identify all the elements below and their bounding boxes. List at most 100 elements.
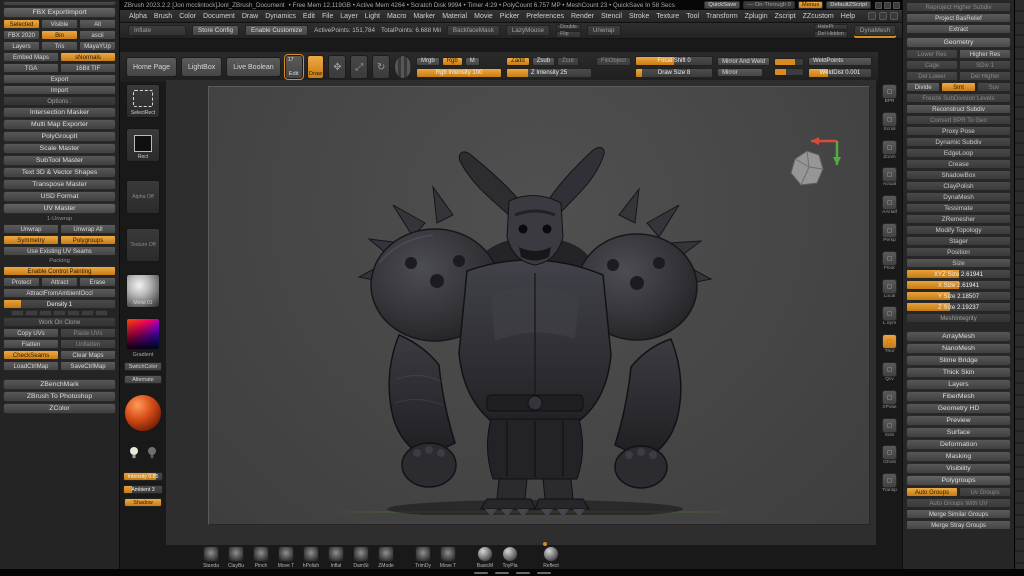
zplugin-section-text-3d-vector-shapes[interactable]: Text 3D & Vector Shapes (3, 167, 116, 178)
enable-customize-button[interactable]: Enable Customize (245, 25, 308, 36)
titlebar-button-defaultzscript[interactable]: DefaultZScript (826, 1, 871, 9)
doc-layout-icon[interactable] (879, 12, 887, 20)
menu-dynamics[interactable]: Dynamics (262, 12, 299, 21)
zplugin-button-attractfromambientoccl[interactable]: AttractFromAmbientOccl (3, 288, 116, 298)
edit-button[interactable]: 17 Edit (285, 55, 303, 79)
zplugin-button-checkseams[interactable]: CheckSeams (3, 350, 59, 360)
tool-button-lower-res[interactable]: Lower Res (906, 49, 958, 59)
tool-button-del-lower[interactable]: Del Lower (906, 71, 958, 81)
bottom-damst-brush[interactable]: DamSt (350, 546, 372, 569)
tool-section-masking[interactable]: Masking (906, 451, 1011, 462)
rgb-intensity-slider[interactable]: Rgb Intensity 100 (416, 68, 502, 78)
sculpted-demon-model[interactable] (349, 143, 721, 515)
zcut-button[interactable]: Zcut (557, 57, 579, 66)
bottom-zmode-brush[interactable]: ZMode (375, 546, 397, 569)
tool-button-reconstruct-subdiv[interactable]: Reconstruct Subdiv (906, 104, 1011, 114)
draw-button[interactable]: Draw (307, 55, 325, 79)
zplugin-section-zbrush-to-photoshop[interactable]: ZBrush To Photoshop (3, 391, 116, 402)
zplugin-button-options[interactable]: Options : (3, 96, 116, 106)
right-shelf-thor[interactable]: Thor (882, 334, 897, 355)
menu-stencil[interactable]: Stencil (598, 12, 625, 21)
zplugin-button-symmetry[interactable]: Symmetry (3, 235, 59, 245)
menu-texture[interactable]: Texture (653, 12, 682, 21)
zplugin-button-loadctrlmap[interactable]: LoadCtrlMap (3, 361, 59, 371)
bottom-trimdy-brush[interactable]: TrimDy (412, 546, 434, 569)
switch-color-button[interactable]: SwitchColor (124, 362, 162, 371)
tool-sub-crease[interactable]: Crease (906, 159, 1011, 169)
axis-slider[interactable] (774, 58, 804, 66)
menu-macro[interactable]: Macro (384, 12, 409, 21)
menu-layer[interactable]: Layer (337, 12, 361, 21)
tool-section-nanomesh[interactable]: NanoMesh (906, 343, 1011, 354)
menu-brush[interactable]: Brush (151, 12, 175, 21)
orientation-gizmo[interactable] (787, 131, 841, 191)
menu-file[interactable]: File (319, 12, 336, 21)
zplugin-button-layers[interactable]: Layers (3, 41, 40, 51)
tool-sub-size[interactable]: Size (906, 258, 1011, 268)
mirror-button[interactable]: Mirror (717, 68, 763, 77)
right-shelf-ghost[interactable]: Ghost (882, 445, 897, 466)
menu-stroke[interactable]: Stroke (626, 12, 652, 21)
hidept-button[interactable]: HidePt (814, 24, 848, 31)
tool-button-merge-similar-groups[interactable]: Merge Similar Groups (906, 509, 1011, 519)
zplugin-section-polygroupit[interactable]: PolyGroupIt (3, 131, 116, 142)
zplugin-button-tga[interactable]: TGA (3, 63, 59, 73)
zsub-button[interactable]: Zsub (532, 57, 555, 66)
home-page-button[interactable]: Home Page (126, 57, 177, 77)
mrgb-button[interactable]: Mrgb (416, 57, 440, 66)
tool-button-del-higher[interactable]: Del Higher (959, 71, 1011, 81)
tool-slider-y-size-2-18507[interactable]: Y Size 2.18507 (906, 291, 1011, 301)
zadd-button[interactable]: Zadd (506, 57, 530, 66)
cut-off-section-header[interactable] (3, 1, 116, 6)
tool-button-meshintegrity[interactable]: MeshIntegrity (906, 313, 1011, 323)
color-picker[interactable] (126, 318, 160, 350)
right-shelf-local[interactable]: Local (882, 279, 897, 300)
lightbox-button[interactable]: LightBox (181, 57, 222, 77)
zplugin-button-unflatten[interactable]: Unflatten (60, 339, 116, 349)
zplugin-button-attract[interactable]: Attract (41, 277, 78, 287)
menu-transform[interactable]: Transform (703, 12, 741, 21)
tool-slider-x-size-2-61941[interactable]: X Size 2.61941 (906, 280, 1011, 290)
weld-dist-slider[interactable]: WeldDist 0.001 (808, 68, 872, 78)
menu-light[interactable]: Light (362, 12, 383, 21)
zplugin-section-transpose-master[interactable]: Transpose Master (3, 179, 116, 190)
axis-slider[interactable] (774, 68, 804, 76)
zplugin-button-bin[interactable]: Bin (41, 30, 78, 40)
density-preset-button[interactable] (81, 310, 94, 316)
ui-config-icon[interactable] (890, 12, 898, 20)
tool-section-surface[interactable]: Surface (906, 427, 1011, 438)
tool-button-auto-groups[interactable]: Auto Groups (906, 487, 958, 497)
bottom-basicm-material[interactable]: BasicM (474, 546, 496, 569)
tool-button-freeze-subdivision-levels[interactable]: Freeze SubDivision Levels (906, 93, 1011, 103)
current-brush-selector[interactable]: SelectRect (126, 84, 160, 118)
rotate-button[interactable]: ↻ (372, 55, 390, 79)
right-shelf-persp[interactable]: Persp (882, 223, 897, 244)
light-intensity-slider[interactable]: Intensity 0.85 (123, 472, 163, 481)
zplugin-button-protect[interactable]: Protect (3, 277, 40, 287)
focal-shift-slider[interactable]: Focal Shift 0 (635, 56, 713, 66)
bottom-inflat-brush[interactable]: Inflat (325, 546, 347, 569)
right-shelf-bpr[interactable]: BPR (882, 84, 897, 105)
density-preset-button[interactable] (11, 310, 24, 316)
titlebar-button-menus[interactable]: Menus (798, 1, 823, 9)
double-button[interactable]: Double (556, 24, 581, 31)
menu-material[interactable]: Material (439, 12, 470, 21)
live-boolean-button[interactable]: Live Boolean (226, 57, 280, 77)
right-shelf-aahalf[interactable]: AAHalf (882, 195, 897, 216)
shadow-button[interactable]: Shadow (124, 498, 162, 507)
right-shelf-l-sym[interactable]: L.Sym (882, 306, 897, 327)
density-preset-button[interactable] (25, 310, 38, 316)
current-material-selector[interactable]: Metal 01 (126, 274, 160, 308)
store-config-button[interactable]: Store Config (192, 25, 239, 36)
zplugin-button-embed-maps[interactable]: Embed Maps (3, 52, 59, 62)
menu-document[interactable]: Document (200, 12, 238, 21)
menu-picker[interactable]: Picker (497, 12, 522, 21)
zplugin-button-flatten[interactable]: Flatten (3, 339, 59, 349)
tool-button-uv-groups[interactable]: Uv Groups (959, 487, 1011, 497)
bottom-pinch-brush[interactable]: Pinch (250, 546, 272, 569)
tool-slider-z-size-2-19237[interactable]: Z Size 2.19237 (906, 302, 1011, 312)
current-stroke-selector[interactable]: Rect (126, 128, 160, 162)
lazy-mouse-button[interactable]: LazyMouse (506, 25, 550, 36)
tool-sub-edgeloop[interactable]: EdgeLoop (906, 148, 1011, 158)
rgb-button[interactable]: Rgb (442, 57, 463, 66)
